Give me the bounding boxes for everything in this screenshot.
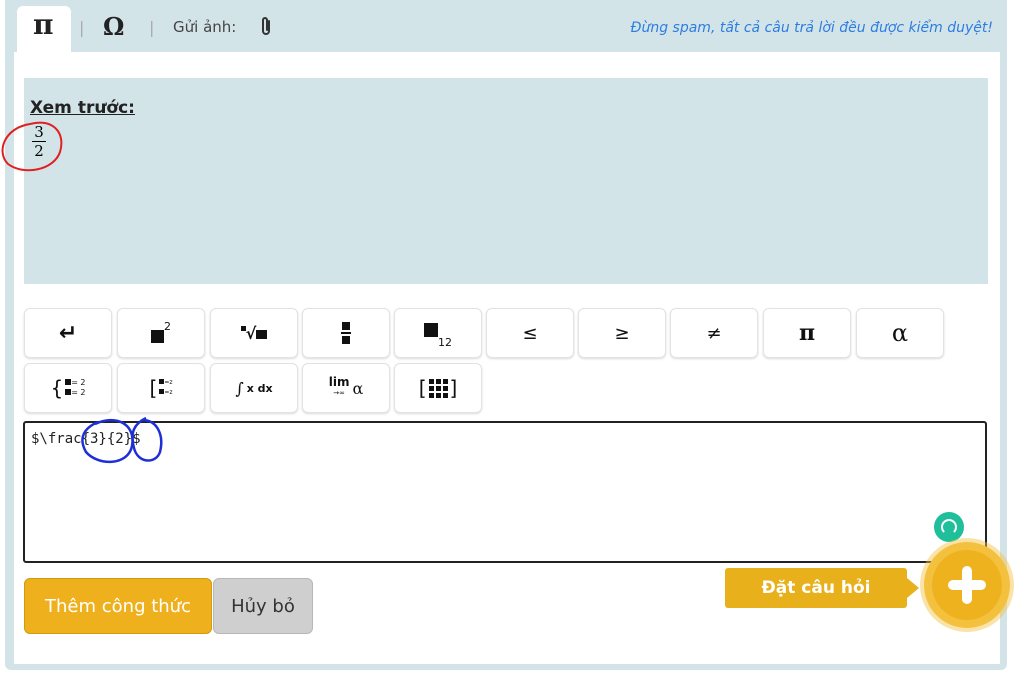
less-equal-symbol: ≤ xyxy=(522,322,538,344)
greater-equal-symbol: ≥ xyxy=(614,322,630,344)
alpha-symbol: α xyxy=(891,319,909,347)
bracket-row-value: =z xyxy=(164,389,173,396)
bracket-system-button[interactable]: [ =z =z xyxy=(117,363,205,413)
sqrt-icon: √ xyxy=(245,323,257,343)
not-equal-button[interactable]: ≠ xyxy=(670,308,758,358)
pi-button[interactable]: π xyxy=(763,308,851,358)
upload-image-label[interactable]: Gửi ảnh: xyxy=(173,18,236,36)
pi-symbol: π xyxy=(798,320,816,346)
tab-math-symbols[interactable]: π xyxy=(33,8,54,41)
fraction-button[interactable] xyxy=(302,308,390,358)
fraction-denominator: 2 xyxy=(34,142,44,160)
integral-icon: ∫ xyxy=(235,378,244,398)
limit-icon: lim →∞ xyxy=(328,375,350,399)
bracket-row-value: =z xyxy=(164,379,173,386)
latex-input-text[interactable]: $\frac{3}{2}$ xyxy=(31,431,141,447)
limit-subscript: →∞ xyxy=(333,389,345,397)
subscript-button[interactable]: 12 xyxy=(394,308,482,358)
toolbar-separator: | xyxy=(149,18,155,37)
latex-input[interactable]: $\frac{3}{2}$ xyxy=(23,421,987,563)
tab-special-symbols[interactable]: Ω xyxy=(103,12,124,41)
less-equal-button[interactable]: ≤ xyxy=(486,308,574,358)
matrix-button[interactable]: [ ] xyxy=(394,363,482,413)
toolbar-separator: | xyxy=(79,18,85,37)
fraction-icon xyxy=(341,322,351,344)
brace-icon: { xyxy=(50,376,64,400)
placeholder-square-icon xyxy=(424,323,438,337)
alpha-button[interactable]: α xyxy=(856,308,944,358)
nth-root-button[interactable]: √ xyxy=(210,308,298,358)
system-row-value: = 2 xyxy=(71,378,86,387)
integral-button[interactable]: ∫ x dx xyxy=(210,363,298,413)
loading-spinner-icon xyxy=(934,512,964,542)
placeholder-square-icon xyxy=(256,330,268,339)
moderation-notice: Đừng spam, tất cả câu trả lời đều được k… xyxy=(630,20,993,36)
preview-box: Xem trước: 3 2 xyxy=(24,78,988,284)
enter-icon: ↵ xyxy=(58,320,78,346)
system-icon: = 2 = 2 xyxy=(65,378,86,398)
limit-alpha: α xyxy=(352,378,364,398)
matrix-icon xyxy=(428,378,448,398)
plus-icon xyxy=(932,550,1002,620)
bracket-system-icon: =z =z xyxy=(159,378,173,398)
subscript-value: 12 xyxy=(438,335,452,349)
limit-label: lim xyxy=(328,375,350,389)
integral-label: x dx xyxy=(246,381,273,395)
system-row-value: = 2 xyxy=(71,388,86,397)
bracket-icon: [ xyxy=(149,376,158,400)
fraction-numerator: 3 xyxy=(32,124,46,142)
system-equations-button[interactable]: { = 2 = 2 xyxy=(24,363,112,413)
formula-toolbar: π | Ω | Gửi ảnh: Đừng spam, tất cả câu t… xyxy=(5,0,1007,52)
matrix-bracket-right: ] xyxy=(449,376,458,400)
limit-button[interactable]: lim →∞ α xyxy=(302,363,390,413)
matrix-bracket-left: [ xyxy=(418,376,427,400)
ask-label-arrow-icon xyxy=(907,578,919,598)
power-button[interactable]: 2 xyxy=(117,308,205,358)
add-formula-button[interactable]: Thêm công thức xyxy=(24,578,212,634)
preview-title: Xem trước: xyxy=(30,98,135,118)
preview-fraction: 3 2 xyxy=(32,124,46,161)
ask-question-label[interactable]: Đặt câu hỏi xyxy=(725,568,907,608)
not-equal-symbol: ≠ xyxy=(706,322,722,344)
power-exponent: 2 xyxy=(164,319,171,333)
greater-equal-button[interactable]: ≥ xyxy=(578,308,666,358)
placeholder-square-icon xyxy=(151,329,164,343)
paperclip-icon[interactable] xyxy=(259,15,273,42)
enter-key-button[interactable]: ↵ xyxy=(24,308,112,358)
ask-question-button[interactable] xyxy=(924,542,1010,628)
cancel-button[interactable]: Hủy bỏ xyxy=(213,578,313,634)
